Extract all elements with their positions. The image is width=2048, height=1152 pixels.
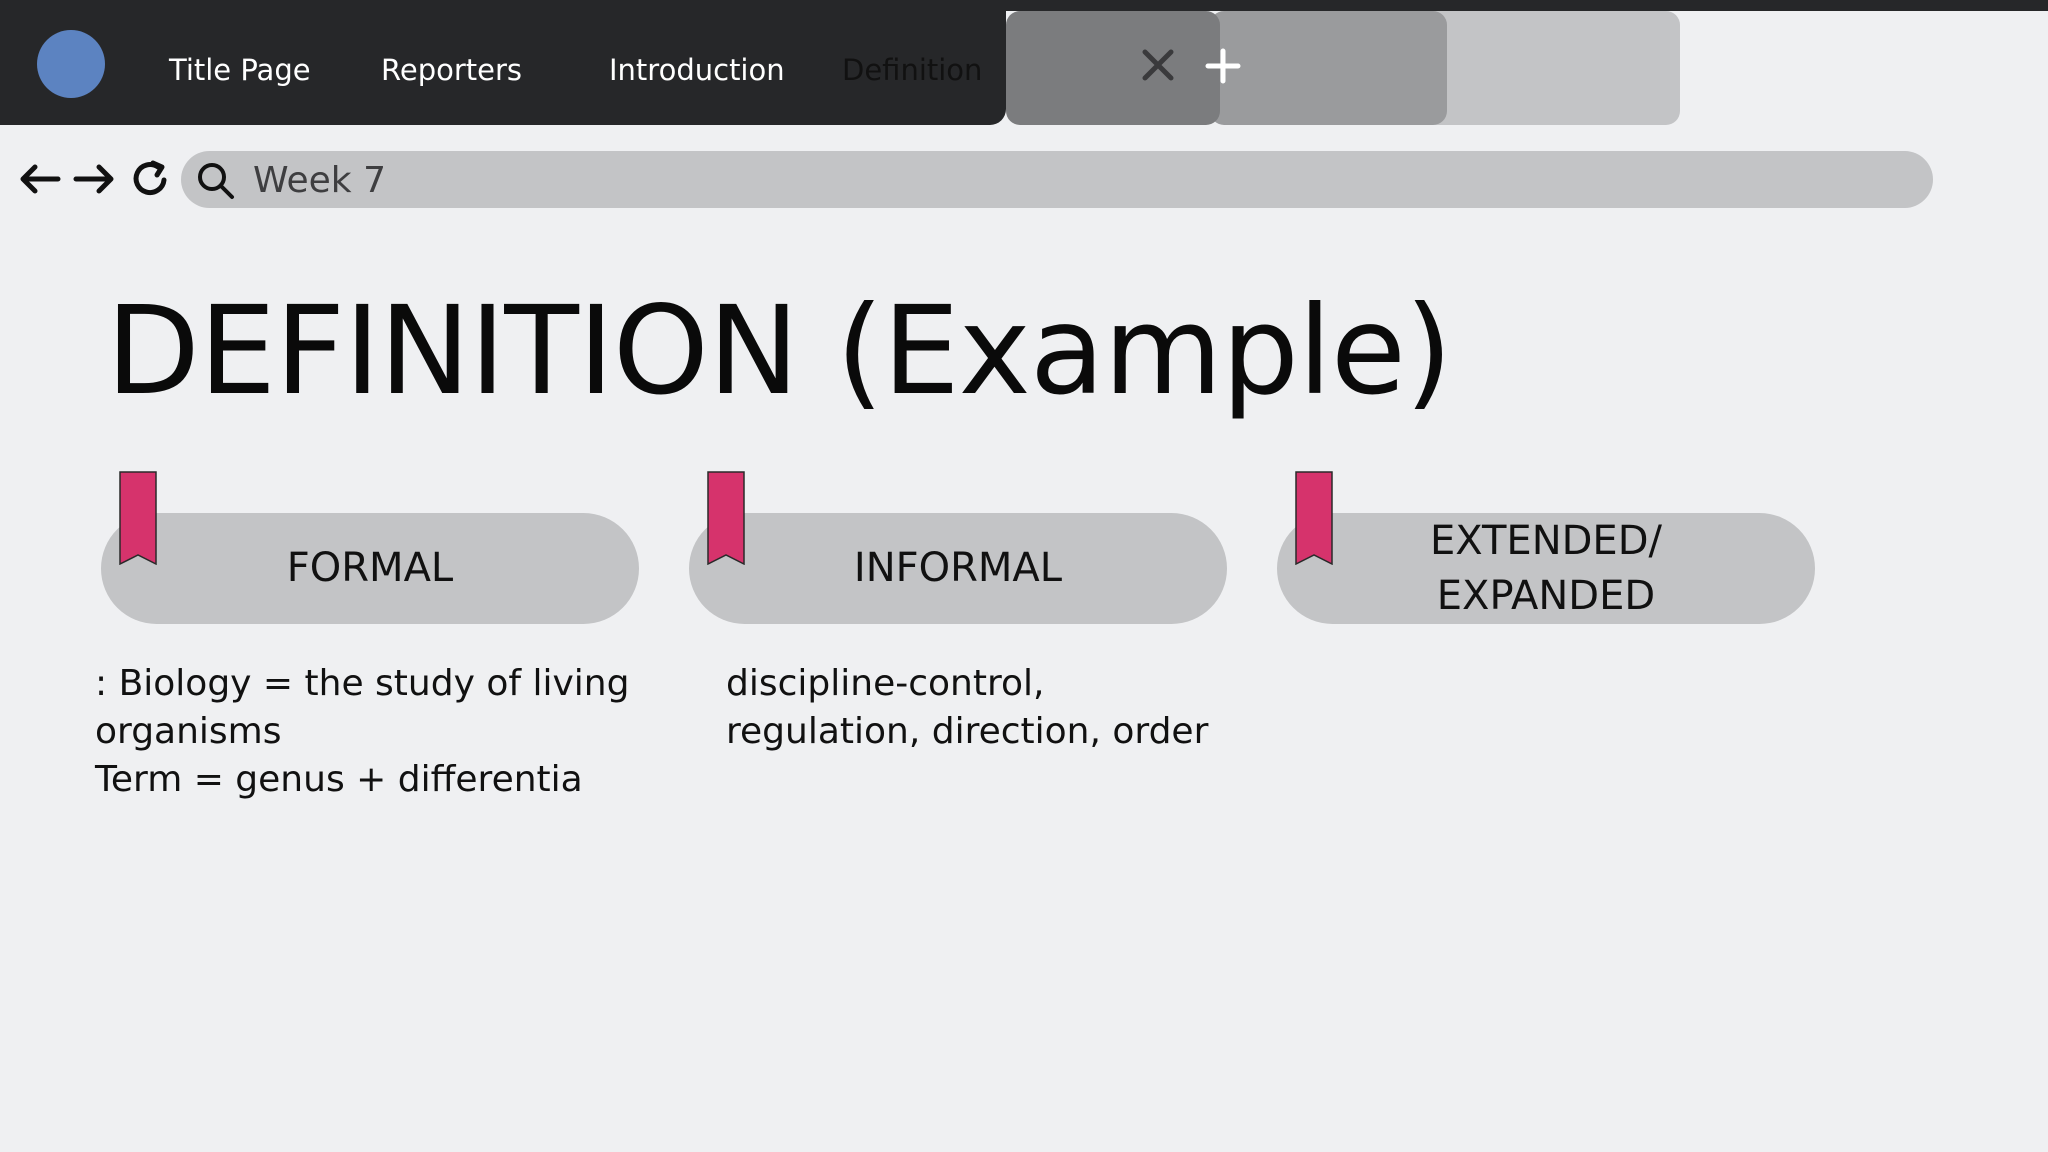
tab-blank-2[interactable] xyxy=(1210,11,1447,125)
tab-title-page[interactable]: Title Page xyxy=(169,48,311,92)
forward-arrow-icon[interactable] xyxy=(72,159,116,199)
address-text[interactable]: Week 7 xyxy=(253,157,386,205)
informal-definition-text: discipline-control, regulation, directio… xyxy=(726,660,1246,756)
title-bar: Title Page Reporters Introduction Defini… xyxy=(0,0,1006,125)
bookmark-icon xyxy=(1295,471,1333,565)
formal-example-line: : Biology = the study of living organism… xyxy=(95,663,630,752)
tab-introduction[interactable]: Introduction xyxy=(609,48,785,92)
address-bar[interactable]: Week 7 xyxy=(181,151,1933,208)
card-formal: FORMAL xyxy=(101,513,639,624)
bookmark-icon xyxy=(119,471,157,565)
informal-synonyms-line: discipline-control, regulation, directio… xyxy=(726,663,1209,752)
back-arrow-icon[interactable] xyxy=(18,159,62,199)
search-icon xyxy=(198,163,234,199)
card-extended: EXTENDED/ EXPANDED xyxy=(1277,513,1815,624)
page-title: DEFINITION (Example) xyxy=(106,280,1452,422)
formal-definition-text: : Biology = the study of living organism… xyxy=(95,660,655,804)
tab-definition[interactable]: Definition xyxy=(842,48,982,92)
plus-icon[interactable] xyxy=(1204,47,1242,85)
card-informal: INFORMAL xyxy=(689,513,1227,624)
card-label: EXTENDED/ EXPANDED xyxy=(1430,517,1662,619)
formal-formula-line: Term = genus + differentia xyxy=(95,759,583,800)
card-label: INFORMAL xyxy=(853,545,1063,591)
bookmark-icon xyxy=(707,471,745,565)
reload-icon[interactable] xyxy=(131,159,171,199)
tab-blank-1[interactable] xyxy=(1006,11,1220,125)
close-icon[interactable] xyxy=(1140,47,1176,83)
logo-circle xyxy=(37,30,105,98)
card-label: FORMAL xyxy=(286,545,454,591)
tab-reporters[interactable]: Reporters xyxy=(381,48,522,92)
